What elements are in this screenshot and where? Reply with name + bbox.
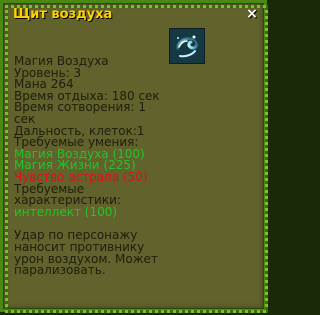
close-icon[interactable]: × (245, 7, 259, 21)
spell-details: Магия Воздуха Уровень: 3 Мана 264 Время … (14, 55, 254, 278)
spell-cast-time: Время сотворения: 1 (14, 100, 147, 115)
spell-tooltip-panel: Щит воздуха × Магия Воздуха Уровень: 3 М… (0, 0, 268, 313)
spell-description-line: парализовать. (14, 263, 106, 278)
spell-title: Щит воздуха (13, 7, 113, 22)
required-stat-intellect: интеллект (100) (14, 204, 118, 219)
